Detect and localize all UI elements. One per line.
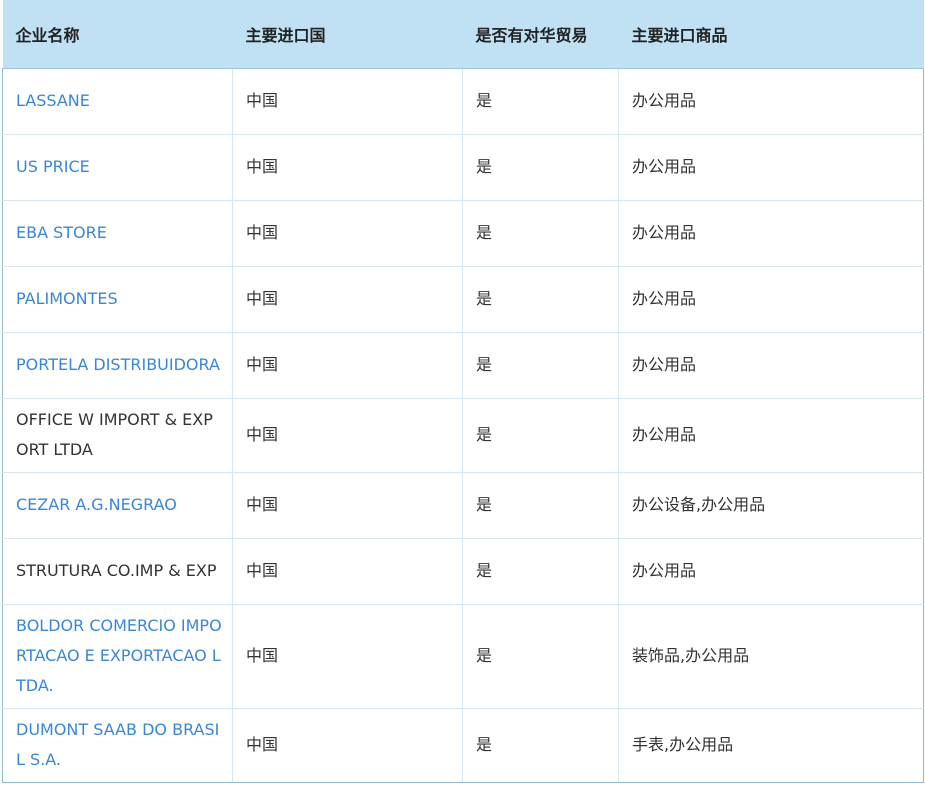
goods-cell: 装饰品,办公用品 (618, 603, 924, 709)
goods-cell: 办公用品 (618, 199, 924, 267)
table-row: PORTELA DISTRIBUIDORA 中国 是 办公用品 (2, 331, 924, 399)
header-main-import-goods: 主要进口商品 (618, 0, 924, 69)
goods-cell: 手表,办公用品 (618, 707, 924, 783)
china-trade-cell: 是 (462, 397, 619, 473)
company-link[interactable]: BOLDOR COMERCIO IMPORTACAO E EXPORTACAO … (16, 616, 222, 695)
table-row: BOLDOR COMERCIO IMPORTACAO E EXPORTACAO … (2, 603, 924, 709)
table-row: STRUTURA CO.IMP & EXP 中国 是 办公用品 (2, 537, 924, 605)
table-row: PALIMONTES 中国 是 办公用品 (2, 265, 924, 333)
table-body: LASSANE 中国 是 办公用品 US PRICE 中国 是 办公用品 EBA… (2, 67, 924, 783)
country-cell: 中国 (232, 133, 463, 201)
header-main-import-country: 主要进口国 (232, 0, 463, 69)
china-trade-cell: 是 (462, 133, 619, 201)
company-name-cell: US PRICE (2, 133, 233, 201)
company-name-cell: DUMONT SAAB DO BRASIL S.A. (2, 707, 233, 783)
company-link[interactable]: CEZAR A.G.NEGRAO (16, 495, 177, 514)
country-cell: 中国 (232, 471, 463, 539)
country-cell: 中国 (232, 603, 463, 709)
country-cell: 中国 (232, 397, 463, 473)
table-row: US PRICE 中国 是 办公用品 (2, 133, 924, 201)
country-cell: 中国 (232, 707, 463, 783)
china-trade-cell: 是 (462, 199, 619, 267)
company-name-text: OFFICE W IMPORT & EXPORT LTDA (16, 410, 213, 459)
country-cell: 中国 (232, 265, 463, 333)
goods-cell: 办公用品 (618, 397, 924, 473)
table-row: CEZAR A.G.NEGRAO 中国 是 办公设备,办公用品 (2, 471, 924, 539)
goods-cell: 办公用品 (618, 537, 924, 605)
goods-cell: 办公用品 (618, 67, 924, 135)
china-trade-cell: 是 (462, 707, 619, 783)
company-name-cell: CEZAR A.G.NEGRAO (2, 471, 233, 539)
company-link[interactable]: DUMONT SAAB DO BRASIL S.A. (16, 720, 219, 769)
goods-cell: 办公用品 (618, 265, 924, 333)
china-trade-cell: 是 (462, 603, 619, 709)
country-cell: 中国 (232, 199, 463, 267)
company-name-cell: OFFICE W IMPORT & EXPORT LTDA (2, 397, 233, 473)
table-row: DUMONT SAAB DO BRASIL S.A. 中国 是 手表,办公用品 (2, 707, 924, 783)
china-trade-cell: 是 (462, 331, 619, 399)
country-cell: 中国 (232, 67, 463, 135)
country-cell: 中国 (232, 331, 463, 399)
company-name-cell: STRUTURA CO.IMP & EXP (2, 537, 233, 605)
goods-cell: 办公用品 (618, 133, 924, 201)
company-name-cell: LASSANE (2, 67, 233, 135)
table-header: 企业名称 主要进口国 是否有对华贸易 主要进口商品 (2, 0, 924, 69)
goods-cell: 办公用品 (618, 331, 924, 399)
china-trade-cell: 是 (462, 67, 619, 135)
company-name-text: STRUTURA CO.IMP & EXP (16, 561, 217, 580)
company-name-cell: BOLDOR COMERCIO IMPORTACAO E EXPORTACAO … (2, 603, 233, 709)
table-row: OFFICE W IMPORT & EXPORT LTDA 中国 是 办公用品 (2, 397, 924, 473)
table-row: EBA STORE 中国 是 办公用品 (2, 199, 924, 267)
importers-table: 企业名称 主要进口国 是否有对华贸易 主要进口商品 LASSANE 中国 是 办… (2, 0, 924, 783)
table-row: LASSANE 中国 是 办公用品 (2, 67, 924, 135)
company-link[interactable]: PORTELA DISTRIBUIDORA (16, 355, 220, 374)
country-cell: 中国 (232, 537, 463, 605)
company-link[interactable]: EBA STORE (16, 223, 107, 242)
company-name-cell: PALIMONTES (2, 265, 233, 333)
company-link[interactable]: US PRICE (16, 157, 90, 176)
company-link[interactable]: LASSANE (16, 91, 90, 110)
company-name-cell: PORTELA DISTRIBUIDORA (2, 331, 233, 399)
company-link[interactable]: PALIMONTES (16, 289, 118, 308)
header-company-name: 企业名称 (2, 0, 233, 69)
china-trade-cell: 是 (462, 265, 619, 333)
goods-cell: 办公设备,办公用品 (618, 471, 924, 539)
header-row: 企业名称 主要进口国 是否有对华贸易 主要进口商品 (2, 0, 924, 69)
china-trade-cell: 是 (462, 537, 619, 605)
header-china-trade: 是否有对华贸易 (462, 0, 619, 69)
company-name-cell: EBA STORE (2, 199, 233, 267)
china-trade-cell: 是 (462, 471, 619, 539)
